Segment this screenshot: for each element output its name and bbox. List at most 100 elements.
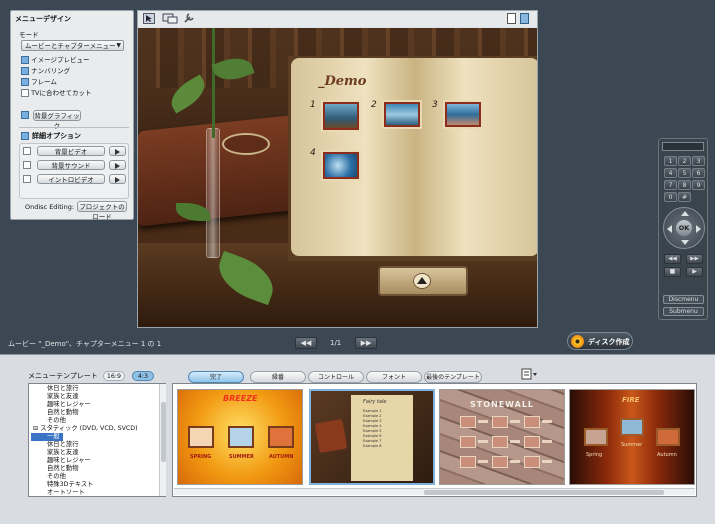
tree-expander-icon[interactable]: ⊟: [33, 425, 38, 432]
checkbox-frame[interactable]: [21, 78, 29, 86]
scroll-thumb[interactable]: [161, 402, 166, 462]
remote-key-7[interactable]: 7: [664, 180, 677, 190]
remote-key-hash[interactable]: #: [678, 192, 691, 202]
remote-play-button[interactable]: ▶: [686, 267, 703, 277]
remote-key-2[interactable]: 2: [678, 156, 691, 166]
remote-key-5[interactable]: 5: [678, 168, 691, 178]
scroll-thumb[interactable]: [424, 490, 664, 495]
monitor-icon[interactable]: [162, 13, 178, 24]
create-disc-button[interactable]: ディスク作成: [567, 332, 633, 350]
bg-sound-button[interactable]: 背景サウンド: [37, 160, 105, 170]
remote-key-9[interactable]: 9: [692, 180, 705, 190]
tab-last-template[interactable]: 最後のテンプレート: [424, 371, 482, 383]
checkbox-detail-options[interactable]: [21, 132, 29, 140]
right-arrow-icon[interactable]: [696, 225, 701, 233]
prev-page-button[interactable]: ◀◀: [295, 337, 317, 349]
remote-key-4[interactable]: 4: [664, 168, 677, 178]
tree-item[interactable]: その他: [31, 473, 163, 481]
chapter-4-thumbnail[interactable]: [323, 152, 359, 179]
option-numbering[interactable]: ナンバリング: [21, 66, 129, 77]
stonewall-frame: [524, 456, 540, 468]
remote-key-3[interactable]: 3: [692, 156, 705, 166]
chapter-1-thumbnail[interactable]: [323, 102, 359, 130]
play-icon: [115, 177, 120, 183]
option-image-preview[interactable]: イメージプレビュー: [21, 55, 129, 66]
remote-prev-button[interactable]: ◀◀: [664, 254, 681, 264]
discmenu-button[interactable]: Discmenu: [663, 295, 704, 304]
bg-video-play-button[interactable]: [109, 146, 126, 156]
bg-sound-play-button[interactable]: [109, 160, 126, 170]
tree-item[interactable]: 特殊3Dテキスト: [31, 481, 163, 489]
stonewall-label: [542, 440, 552, 443]
tree-item[interactable]: 家族と友達: [31, 449, 163, 457]
submenu-button[interactable]: Submenu: [663, 307, 704, 316]
select-tool-icon[interactable]: [143, 13, 155, 24]
project-load-button[interactable]: プロジェクトのロード: [77, 201, 127, 221]
page-view-icon[interactable]: [507, 13, 516, 24]
template-menu-icon[interactable]: [521, 368, 539, 380]
intro-video-play-button[interactable]: [109, 174, 126, 184]
chapter-2-thumbnail[interactable]: [384, 102, 420, 127]
wrench-icon[interactable]: [183, 12, 195, 24]
left-arrow-icon[interactable]: [667, 225, 672, 233]
disc-icon: [571, 335, 584, 348]
remote-key-8[interactable]: 8: [678, 180, 691, 190]
checkbox-image-preview[interactable]: [21, 56, 29, 64]
checkbox-numbering[interactable]: [21, 67, 29, 75]
remote-stop-button[interactable]: ■: [664, 267, 681, 277]
tab-numbering[interactable]: 縁番: [250, 371, 306, 383]
ratio-16-9-button[interactable]: 16:9: [103, 371, 125, 381]
bg-graphic-button[interactable]: 背景グラフィック: [33, 110, 81, 130]
remote-key-6[interactable]: 6: [692, 168, 705, 178]
template-thumb-breeze[interactable]: BREEZE SPRING SUMMER AUTUMN: [177, 389, 303, 485]
gallery-scrollbar[interactable]: [174, 488, 695, 495]
remote-view-icon[interactable]: [520, 13, 529, 24]
template-thumb-fire[interactable]: FIRE Spring Summer Autumn: [569, 389, 695, 485]
tree-item-label: 自然と動物: [47, 409, 79, 416]
chapter-3-thumbnail[interactable]: [445, 102, 481, 127]
option-frame[interactable]: フレーム: [21, 77, 129, 88]
tree-item[interactable]: 自然と動物: [31, 409, 163, 417]
tree-item[interactable]: 趣味とレジャー: [31, 401, 163, 409]
remote-key-1[interactable]: 1: [664, 156, 677, 166]
tab-font[interactable]: フォント: [366, 371, 422, 383]
checkbox-bg-video[interactable]: [23, 147, 31, 155]
bg-video-button[interactable]: 背景ビデオ: [37, 146, 105, 156]
ratio-4-3-button[interactable]: 4:3: [132, 371, 154, 381]
menu-preview-canvas[interactable]: _Demo 1 2 3 4: [138, 28, 537, 327]
remote-next-button[interactable]: ▶▶: [686, 254, 703, 264]
chevron-down-icon: ▼: [116, 42, 121, 49]
down-arrow-icon[interactable]: [681, 240, 689, 245]
tree-item[interactable]: 一般: [31, 433, 63, 441]
tree-item[interactable]: その他: [31, 417, 163, 425]
stonewall-label: [478, 440, 488, 443]
option-tv-cut[interactable]: TVに合わせてカット: [21, 88, 129, 99]
remote-dpad[interactable]: OK: [663, 207, 705, 249]
checkbox-bg-graphic[interactable]: [21, 111, 29, 119]
tab-control[interactable]: コントロール: [308, 371, 364, 383]
checkbox-bg-sound[interactable]: [23, 161, 31, 169]
template-thumb-stonewall[interactable]: STONEWALL: [439, 389, 565, 485]
tree-item-label: その他: [47, 417, 66, 424]
checkbox-intro-video[interactable]: [23, 175, 31, 183]
tab-finish[interactable]: 完了: [188, 371, 244, 383]
tree-item[interactable]: ⊟ スタティック (DVD, VCD, SVCD): [31, 425, 163, 433]
tree-item[interactable]: 家族と友達: [31, 393, 163, 401]
next-page-button[interactable]: ▶▶: [355, 337, 377, 349]
remote-key-0[interactable]: 0: [664, 192, 677, 202]
ok-button[interactable]: OK: [676, 220, 692, 236]
tree-item[interactable]: オートソート: [31, 489, 163, 496]
template-thumb-fairy-tale[interactable]: Fairy tale Example 1 Example 2 Example 3 Ex…: [309, 389, 435, 485]
preview-toolbar: [138, 11, 537, 27]
tree-item[interactable]: 自然と動物: [31, 465, 163, 473]
tree-scrollbar[interactable]: [159, 384, 166, 496]
intro-video-button[interactable]: イントロビデオ: [37, 174, 105, 184]
tree-item[interactable]: 趣味とレジャー: [31, 457, 163, 465]
checkbox-tv-cut[interactable]: [21, 89, 29, 97]
menu-nav-button[interactable]: [378, 266, 468, 296]
up-arrow-icon[interactable]: [681, 211, 689, 216]
tree-item-label: 休日と旅行: [47, 385, 79, 392]
mode-select[interactable]: ムービーとチャプターメニュー ▼: [21, 40, 124, 51]
tree-item[interactable]: 休日と旅行: [31, 385, 163, 393]
tree-item[interactable]: 休日と旅行: [31, 441, 163, 449]
